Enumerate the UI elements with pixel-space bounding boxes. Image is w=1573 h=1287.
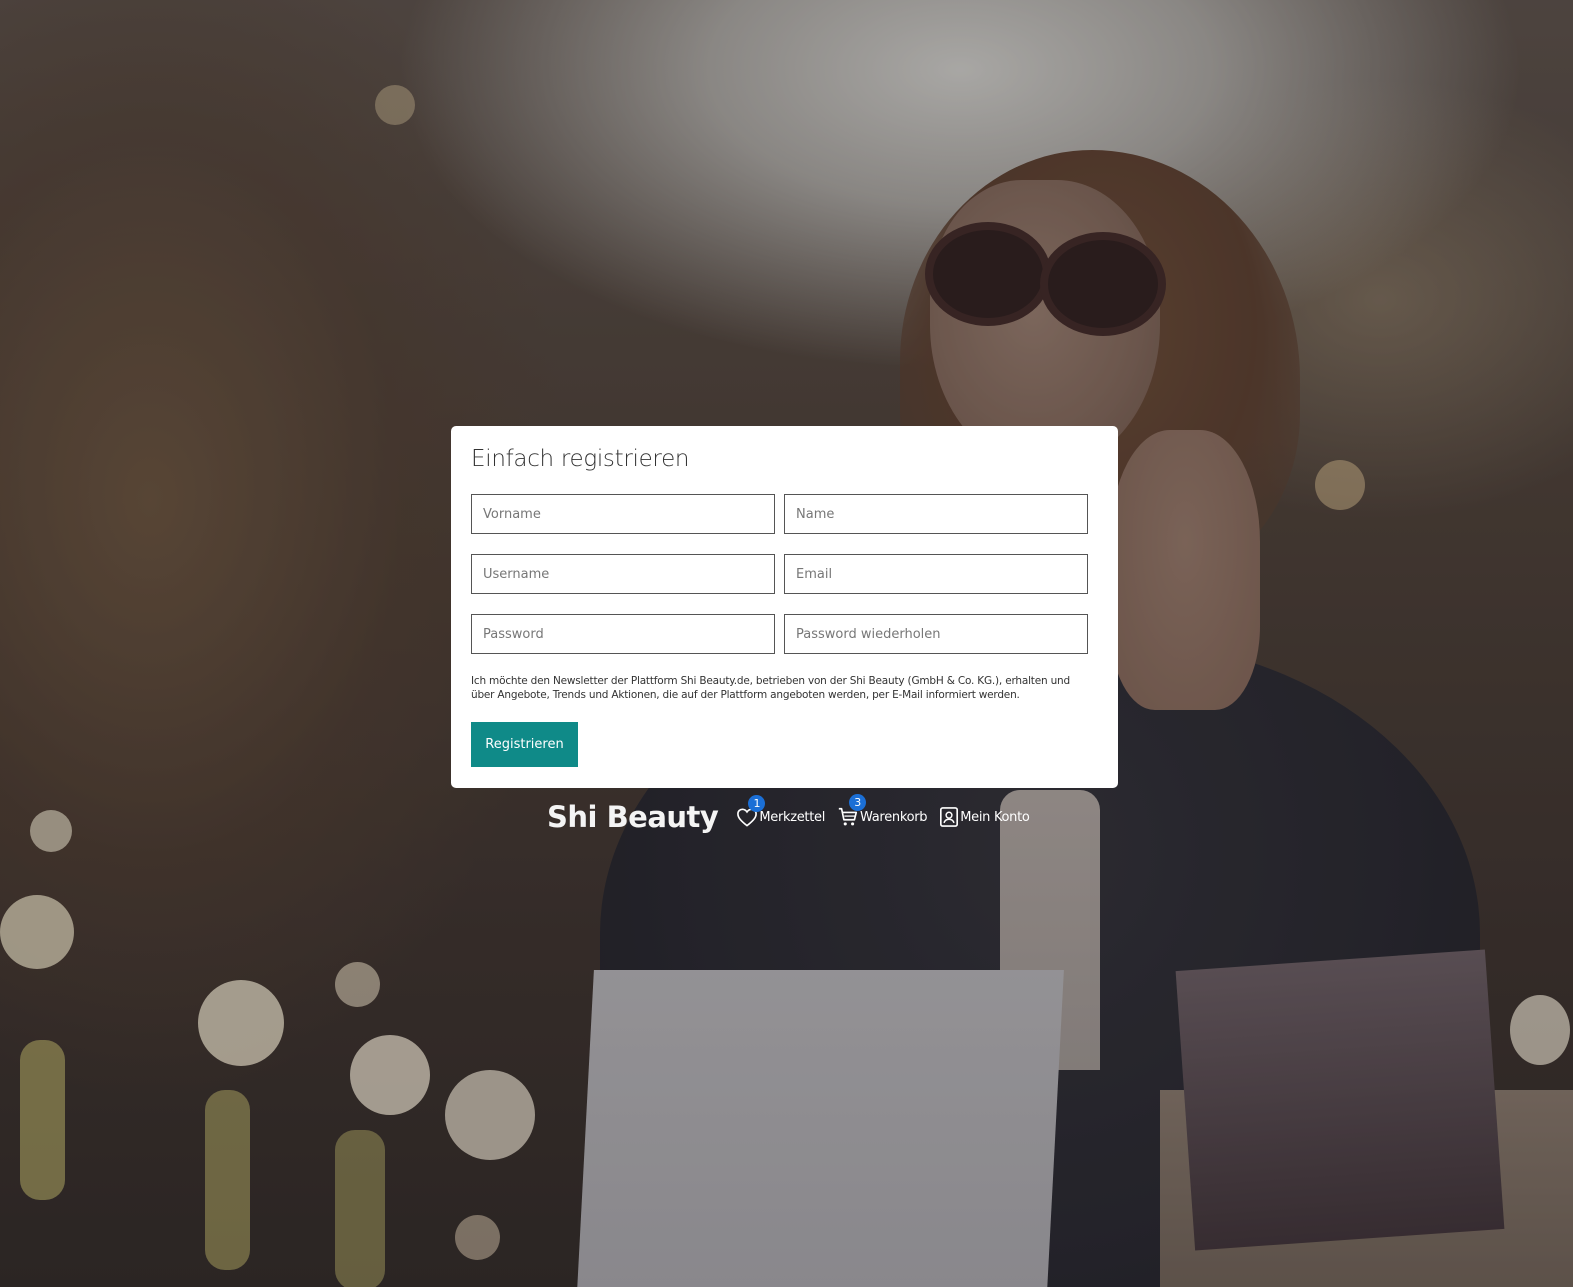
cart-label: Warenkorb: [860, 809, 928, 825]
email-input[interactable]: [784, 554, 1088, 594]
logo[interactable]: Shi Beauty: [547, 800, 719, 834]
account-label: Mein Konto: [960, 809, 1030, 825]
account-link[interactable]: Mein Konto: [939, 806, 1030, 828]
navbar: Shi Beauty 1 Merkzettel 3 Warenkorb Mein…: [547, 794, 1042, 838]
newsletter-consent-text: Ich möchte den Newsletter der Plattform …: [471, 675, 1070, 701]
username-input[interactable]: [471, 554, 775, 594]
first-name-input[interactable]: [471, 494, 775, 534]
password-input[interactable]: [471, 614, 775, 654]
register-title: Einfach registrieren: [471, 446, 690, 472]
cart-count-badge: 3: [849, 794, 867, 811]
register-card: Einfach registrieren Ich möchte den News…: [451, 426, 1118, 788]
last-name-input[interactable]: [784, 494, 1088, 534]
cart-link[interactable]: 3 Warenkorb: [837, 794, 928, 828]
wishlist-label: Merkzettel: [759, 809, 826, 825]
register-button[interactable]: Registrieren: [471, 722, 578, 767]
wishlist-link[interactable]: 1 Merkzettel: [736, 795, 826, 827]
password-repeat-input[interactable]: [784, 614, 1088, 654]
account-icon: [939, 806, 960, 828]
